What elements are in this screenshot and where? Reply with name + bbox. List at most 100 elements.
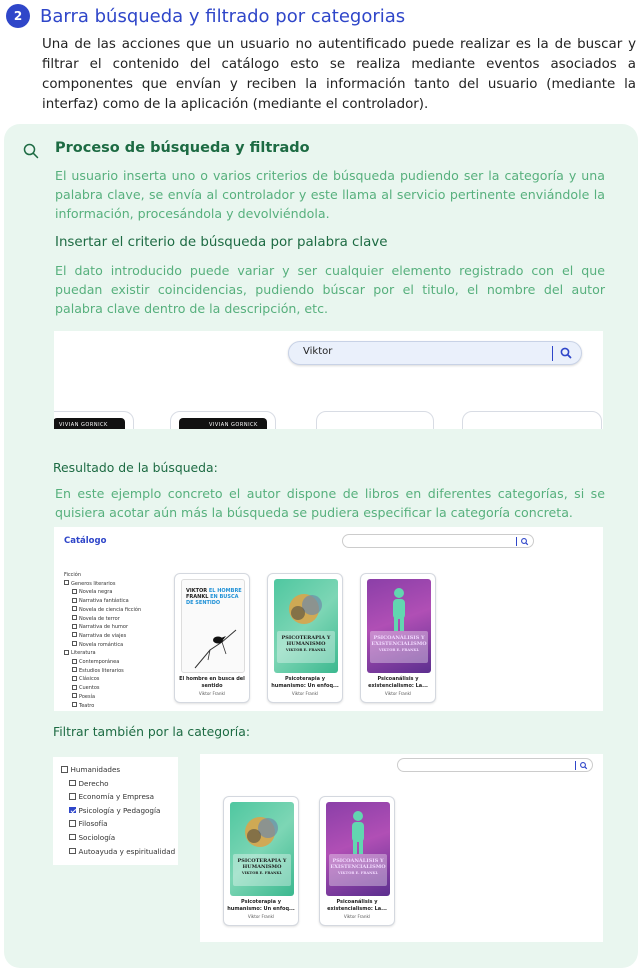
checkbox[interactable] — [69, 793, 76, 800]
checkbox[interactable] — [72, 684, 77, 690]
category-label: Narrativa fantástica — [79, 598, 129, 605]
category-checkbox-item[interactable]: Autoayuda y espiritualidad — [61, 845, 175, 859]
checkbox[interactable] — [69, 806, 76, 814]
checkbox[interactable] — [72, 658, 77, 664]
section-intro: Una de las acciones que un usuario no au… — [42, 37, 636, 112]
checkbox[interactable] — [72, 606, 77, 612]
book-title: Psicoterapia y humanismo: Un enfoq... — [271, 676, 339, 689]
category-label: Humanidades — [70, 765, 121, 774]
checkbox[interactable] — [69, 820, 76, 827]
search-button-icon[interactable] — [520, 537, 529, 546]
text-cursor — [575, 761, 576, 770]
search-screenshot: Viktor VIVIAN GORNICK VIVIAN GORNICK — [54, 331, 603, 429]
panel-subtext: El dato introducido puede variar y ser c… — [55, 263, 605, 316]
category-checkbox-item[interactable]: Filosofía — [61, 817, 175, 831]
book-card[interactable]: VIVIAN GORNICK — [170, 411, 276, 429]
result-label: Resultado de la búsqueda: — [53, 460, 218, 475]
search-input[interactable] — [397, 758, 593, 772]
checkbox[interactable] — [64, 580, 69, 586]
search-input[interactable]: Viktor — [288, 341, 582, 365]
checkbox[interactable] — [69, 779, 76, 787]
checkbox[interactable] — [72, 667, 77, 673]
checkbox[interactable] — [72, 615, 77, 621]
cover-author: VIKTOR E. FRANKL — [241, 871, 283, 875]
book-card[interactable]: VIKTOR EL HOMBRE FRANKL EN BUSCA DE SENT… — [174, 573, 250, 703]
category-tree: Humanidades Derecho Economía y Empresa Psic… — [61, 763, 175, 858]
search-input[interactable] — [342, 534, 534, 548]
book-cover: PSICOANÁLISIS Y EXISTENCIALISMO VIKTOR E.… — [326, 802, 390, 896]
category-label: Novela de ciencia ficción — [79, 606, 142, 613]
checkbox[interactable] — [72, 641, 77, 647]
category-checkbox-item[interactable]: Clásicos — [64, 675, 141, 684]
category-checkbox-item[interactable]: Novela romántica — [64, 641, 141, 650]
checkbox[interactable] — [69, 833, 76, 841]
category-checkbox-item[interactable]: Cuentos — [64, 684, 141, 693]
category-label: Narrativa de viajes — [79, 632, 127, 639]
checkbox[interactable] — [72, 702, 77, 708]
figure-illustration — [352, 811, 364, 854]
search-button-icon[interactable] — [579, 761, 588, 770]
category-checkbox-item[interactable]: Teatro — [64, 702, 141, 711]
category-label: Literatura — [71, 650, 96, 657]
filter-label: Filtrar también por la categoría: — [53, 724, 251, 739]
category-checkbox-item[interactable]: Poesía — [64, 693, 141, 702]
book-author: Viktor Frankl — [291, 691, 319, 696]
book-card[interactable]: PSICOANÁLISIS Y EXISTENCIALISMO VIKTOR E.… — [360, 573, 436, 703]
category-label: Novela de terror — [79, 615, 120, 622]
category-checkbox-item[interactable]: Novela de terror — [64, 615, 141, 624]
category-checkbox-item[interactable]: Novela de ciencia ficción — [64, 606, 141, 615]
book-card[interactable]: PSICOTERAPIA Y HUMANISMO VIKTOR E. FRANKL… — [267, 573, 343, 703]
book-card[interactable]: PSICOTERAPIA Y HUMANISMO VIKTOR E. FRANKL… — [223, 796, 299, 926]
category-label: Novela romántica — [79, 641, 124, 648]
checkbox[interactable] — [64, 649, 69, 655]
text-cursor — [516, 537, 517, 546]
search-input-value: Viktor — [303, 346, 333, 357]
checkbox[interactable] — [72, 632, 77, 638]
category-checkbox-item[interactable]: Psicología y Pedagogía — [61, 804, 175, 818]
book-card[interactable]: VIVIAN GORNICK — [54, 411, 134, 429]
category-checkbox-item[interactable]: Generos literarios — [64, 580, 141, 589]
category-label: Estudios literarios — [79, 667, 124, 674]
category-filter-screenshot: Humanidades Derecho Economía y Empresa Psic… — [53, 757, 178, 865]
category-checkbox-item[interactable]: Contemporánea — [64, 658, 141, 667]
catalog-title[interactable]: Catálogo — [64, 536, 106, 546]
panel-subtitle: Insertar el criterio de búsqueda por pal… — [55, 235, 388, 250]
category-checkbox-item[interactable]: Derecho — [61, 777, 175, 791]
book-cover: VIKTOR EL HOMBRE FRANKL EN BUSCA DE SENT… — [181, 579, 245, 673]
category-checkbox-item[interactable]: Estudios literarios — [64, 667, 141, 676]
category-tree: Ficción Generos literarios Novela negra Na… — [64, 571, 141, 710]
bird-branch-illustration — [194, 629, 237, 669]
checkbox[interactable] — [72, 588, 77, 594]
checkbox[interactable] — [61, 766, 68, 773]
category-checkbox-item[interactable]: Narrativa de viajes — [64, 632, 141, 641]
category-checkbox-item[interactable]: Narrativa de humor — [64, 623, 141, 632]
category-label: Novela negra — [79, 589, 113, 596]
checkbox[interactable] — [72, 693, 77, 699]
book-cover-text: VIVIAN GORNICK — [59, 422, 108, 428]
section-number-badge: 2 — [6, 4, 30, 28]
section-title: Barra búsqueda y filtrado por categorias — [40, 5, 406, 27]
book-title: Psicoanálisis y existencialismo: La... — [327, 899, 387, 912]
book-card[interactable]: PSICOANÁLISIS Y EXISTENCIALISMO VIKTOR E.… — [319, 796, 395, 926]
search-button-icon[interactable] — [559, 346, 573, 360]
category-checkbox-item[interactable]: Novela negra — [64, 588, 141, 597]
checkbox[interactable] — [69, 847, 76, 855]
checkbox[interactable] — [72, 623, 77, 629]
category-checkbox-item[interactable]: Economía y Empresa — [61, 790, 175, 804]
checkbox[interactable] — [72, 675, 77, 681]
category-checkbox-item[interactable]: Narrativa fantástica — [64, 597, 141, 606]
category-label: Filosofía — [78, 819, 108, 829]
figure-illustration — [393, 588, 405, 631]
cover-title: PSICOTERAPIA Y HUMANISMO — [237, 858, 287, 870]
book-author: Viktor Frankl — [247, 914, 275, 919]
category-checkbox-item[interactable]: Humanidades — [61, 763, 175, 777]
category-checkbox-item[interactable]: Sociología — [61, 831, 175, 845]
book-card[interactable] — [316, 411, 434, 429]
book-cover-text: VIVIAN GORNICK — [209, 422, 258, 428]
checkbox[interactable] — [72, 597, 77, 603]
category-checkbox-item[interactable]: Literatura — [64, 649, 141, 658]
category-label: Sociología — [78, 832, 116, 842]
cover-title: PSICOANÁLISIS Y EXISTENCIALISMO — [371, 635, 427, 647]
book-card[interactable] — [462, 411, 602, 429]
category-label: Poesía — [79, 693, 96, 700]
